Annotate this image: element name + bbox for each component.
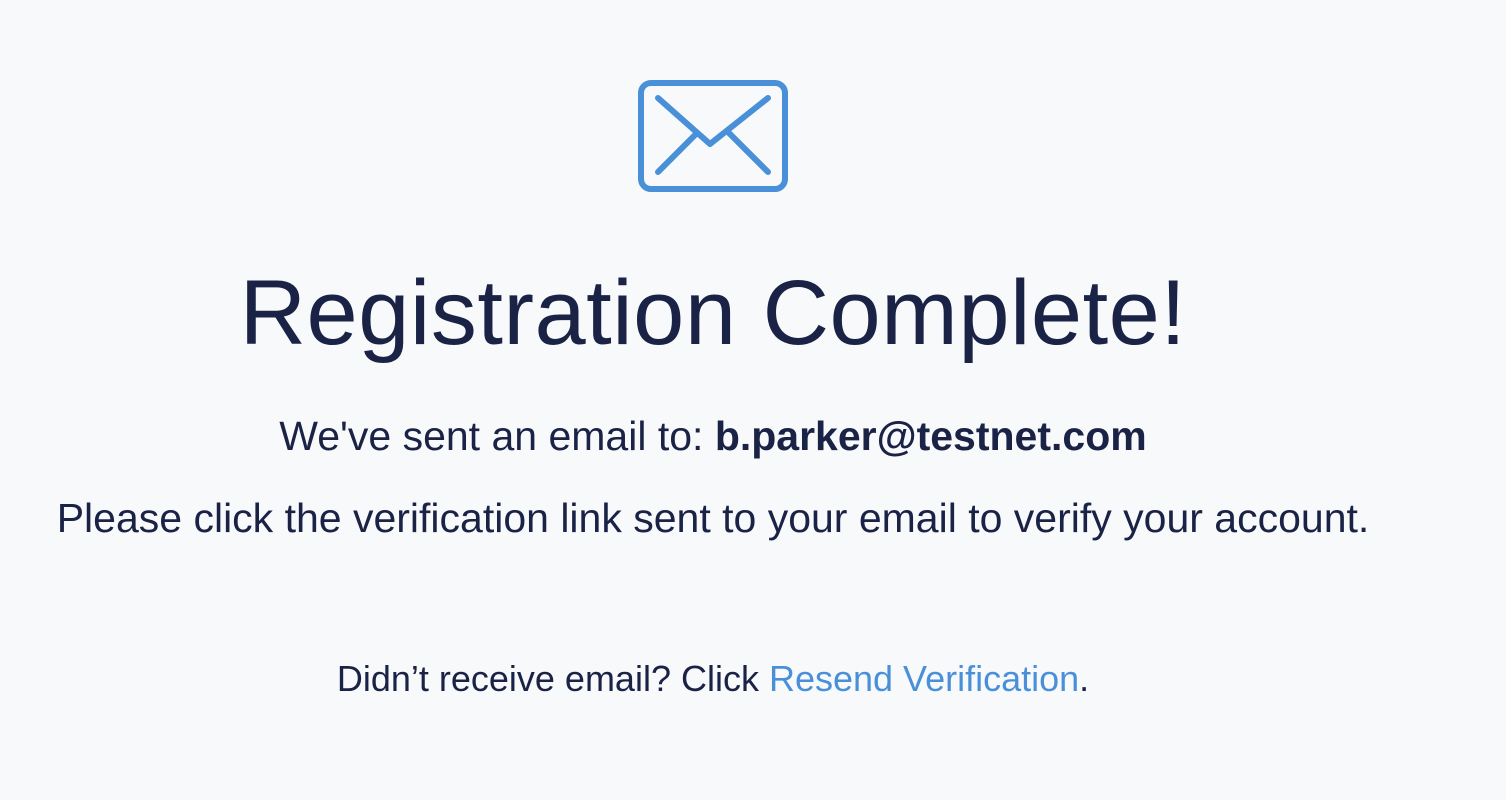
resend-prefix: Didn’t receive email? Click bbox=[336, 658, 769, 699]
resend-suffix: . bbox=[1079, 658, 1090, 699]
recipient-email: b.parker@testnet.com bbox=[714, 413, 1147, 459]
registration-complete-page: Registration Complete! We've sent an ema… bbox=[0, 0, 1506, 800]
email-sent-prefix: We've sent an email to: bbox=[279, 413, 715, 459]
resend-message: Didn’t receive email? Click Resend Verif… bbox=[0, 656, 1426, 702]
email-sent-message: We've sent an email to: b.parker@testnet… bbox=[0, 410, 1426, 462]
page-title: Registration Complete! bbox=[239, 262, 1187, 364]
envelope-icon bbox=[638, 80, 788, 192]
resend-verification-link[interactable]: Resend Verification bbox=[769, 658, 1079, 699]
verification-instruction: Please click the verification link sent … bbox=[56, 495, 1370, 541]
